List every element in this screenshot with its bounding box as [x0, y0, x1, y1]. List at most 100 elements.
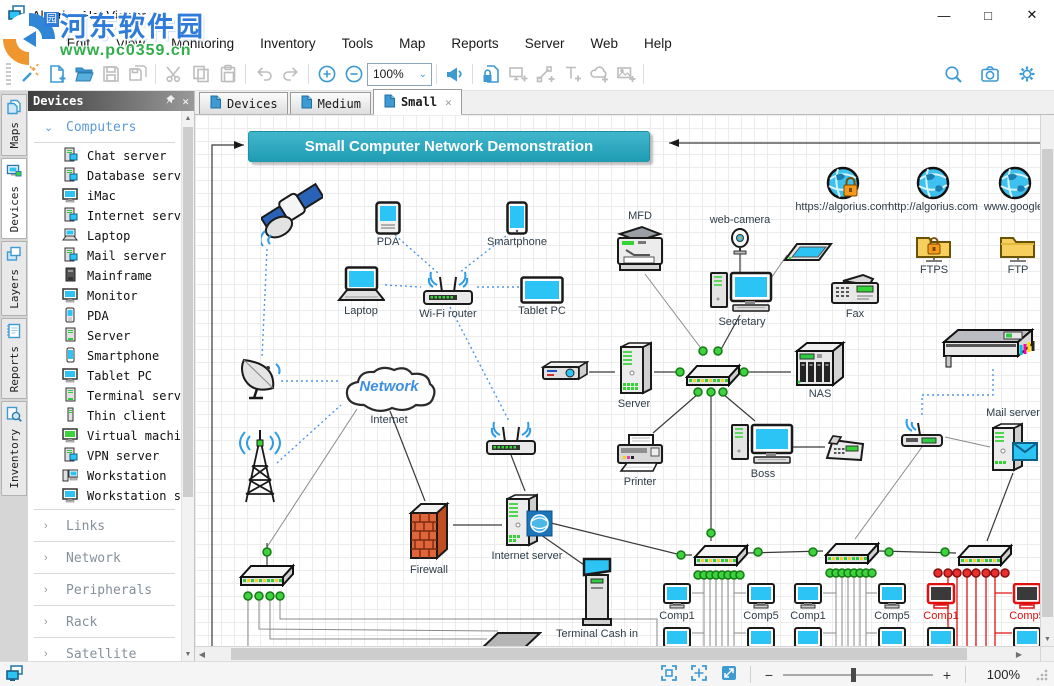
tree-group-peripherals[interactable]: ›Peripherals	[28, 578, 181, 602]
node-site-http[interactable]	[916, 166, 950, 203]
side-tab-maps[interactable]: Maps	[1, 94, 27, 156]
tree-item-workstation[interactable]: Workstation	[28, 466, 181, 486]
node-smartphone[interactable]	[506, 201, 528, 238]
toolbar-grip[interactable]	[6, 63, 11, 85]
settings-button[interactable]	[1013, 61, 1040, 87]
tree-item-mail-server[interactable]: Mail server	[28, 246, 181, 266]
side-tab-devices[interactable]: Devices	[1, 158, 27, 239]
node-site-https[interactable]	[826, 166, 860, 203]
menu-inventory[interactable]: Inventory	[247, 32, 329, 56]
add-cloud-button[interactable]	[585, 61, 612, 87]
add-link-button[interactable]	[531, 61, 558, 87]
add-image-button[interactable]	[612, 61, 639, 87]
tree-item-terminal-server[interactable]: Terminal server	[28, 386, 181, 406]
node-plotter[interactable]	[940, 326, 1040, 373]
cut-button[interactable]	[160, 61, 187, 87]
pin-icon[interactable]	[165, 94, 176, 108]
canvas-vertical-scrollbar[interactable]: ▼	[1040, 115, 1054, 646]
tree-group-satellite[interactable]: ›Satellite	[28, 642, 181, 661]
menu-file[interactable]: File	[6, 32, 54, 56]
node-media-player[interactable]	[541, 361, 589, 386]
node-comp5c[interactable]	[1012, 583, 1040, 612]
menu-monitoring[interactable]: Monitoring	[158, 32, 247, 56]
open-map-button[interactable]	[70, 61, 97, 87]
canvas-horizontal-scrollbar[interactable]: ◀ ▶	[195, 647, 1040, 661]
node-comp5b[interactable]	[877, 583, 907, 612]
scroll-left-icon[interactable]: ◀	[195, 647, 209, 661]
tree-item-mainframe[interactable]: Mainframe	[28, 266, 181, 286]
scroll-right-icon[interactable]: ▶	[1012, 647, 1026, 661]
node-cloud[interactable]: Network	[340, 363, 438, 416]
maximize-button[interactable]: □	[966, 0, 1010, 30]
node-secretary[interactable]	[709, 269, 775, 318]
new-map-button[interactable]	[43, 61, 70, 87]
devices-scroll-thumb[interactable]	[183, 127, 193, 497]
node-comp-r2-4[interactable]	[877, 627, 907, 646]
node-switch-b[interactable]	[822, 539, 880, 568]
tree-group-network[interactable]: ›Network	[28, 546, 181, 570]
tree-item-pda[interactable]: PDA	[28, 306, 181, 326]
node-comp-r2-5[interactable]	[926, 627, 956, 646]
node-mail-server[interactable]	[988, 421, 1038, 476]
node-antenna[interactable]	[232, 428, 288, 509]
map-canvas[interactable]: Small Computer Network Demonstration PDA…	[195, 115, 1040, 646]
node-ftp[interactable]	[999, 233, 1037, 266]
fullscreen-button[interactable]	[720, 664, 738, 685]
node-boss[interactable]	[730, 421, 796, 470]
tree-group-rack[interactable]: ›Rack	[28, 610, 181, 634]
add-text-button[interactable]	[558, 61, 585, 87]
map-tab-medium[interactable]: Medium	[290, 92, 371, 114]
fit-content-button[interactable]	[690, 664, 708, 685]
tree-item-database-server[interactable]: Database server	[28, 166, 181, 186]
scroll-down-icon[interactable]: ▼	[182, 647, 194, 661]
menu-server[interactable]: Server	[512, 32, 578, 56]
menu-help[interactable]: Help	[631, 32, 685, 56]
zoom-increase-button[interactable]: +	[941, 667, 953, 683]
close-tab-icon[interactable]: ✕	[445, 96, 452, 109]
search-button[interactable]	[939, 61, 966, 87]
tree-group-links[interactable]: ›Links	[28, 514, 181, 538]
devices-panel-scrollbar[interactable]: ▲ ▼	[181, 111, 194, 661]
node-ftps[interactable]	[915, 233, 953, 266]
announcement-button[interactable]	[441, 61, 468, 87]
tree-item-server[interactable]: Server	[28, 326, 181, 346]
vertical-scroll-thumb[interactable]	[1042, 149, 1053, 617]
node-web-camera[interactable]	[729, 228, 751, 259]
node-wifi-ap[interactable]	[900, 417, 944, 452]
lock-map-button[interactable]	[477, 61, 504, 87]
tree-item-vpn-server[interactable]: VPN server	[28, 446, 181, 466]
node-mfd[interactable]	[612, 224, 668, 277]
tree-item-workstation-small[interactable]: Workstation small	[28, 486, 181, 506]
paste-button[interactable]	[214, 61, 241, 87]
tree-item-thin-client[interactable]: Thin client	[28, 406, 181, 426]
tree-item-chat-server[interactable]: Chat server	[28, 146, 181, 166]
undo-button[interactable]	[250, 61, 277, 87]
node-internet-server[interactable]	[501, 491, 553, 552]
menu-tools[interactable]: Tools	[329, 32, 387, 56]
node-wifi-router-2[interactable]	[484, 419, 538, 460]
resize-grip[interactable]	[1036, 669, 1048, 681]
node-fax[interactable]	[829, 271, 881, 310]
node-server[interactable]	[615, 339, 653, 400]
node-switch-left[interactable]	[237, 561, 295, 590]
tree-item-internet-server[interactable]: Internet server	[28, 206, 181, 226]
node-comp-r2-2[interactable]	[746, 627, 776, 646]
node-laptop[interactable]	[337, 266, 385, 307]
scroll-up-icon[interactable]: ▲	[182, 111, 194, 125]
node-pda[interactable]	[375, 201, 401, 238]
zoom-slider[interactable]	[783, 674, 933, 676]
zoom-level-select[interactable]: 100%⌄	[367, 63, 432, 86]
node-switch-main[interactable]	[683, 361, 741, 390]
menu-edit[interactable]: Edit	[54, 32, 103, 56]
node-nas[interactable]	[791, 339, 849, 390]
redo-button[interactable]	[277, 61, 304, 87]
node-wifi-router[interactable]	[421, 269, 475, 310]
tree-item-monitor[interactable]: Monitor	[28, 286, 181, 306]
menu-map[interactable]: Map	[386, 32, 438, 56]
zoom-in-button[interactable]	[313, 61, 340, 87]
node-site-google[interactable]	[998, 166, 1032, 203]
side-tab-inventory[interactable]: Inventory	[1, 401, 27, 496]
node-comp-r2-3[interactable]	[793, 627, 823, 646]
node-satellite[interactable]	[261, 181, 323, 250]
tree-item-virtual-machine[interactable]: Virtual machine	[28, 426, 181, 446]
